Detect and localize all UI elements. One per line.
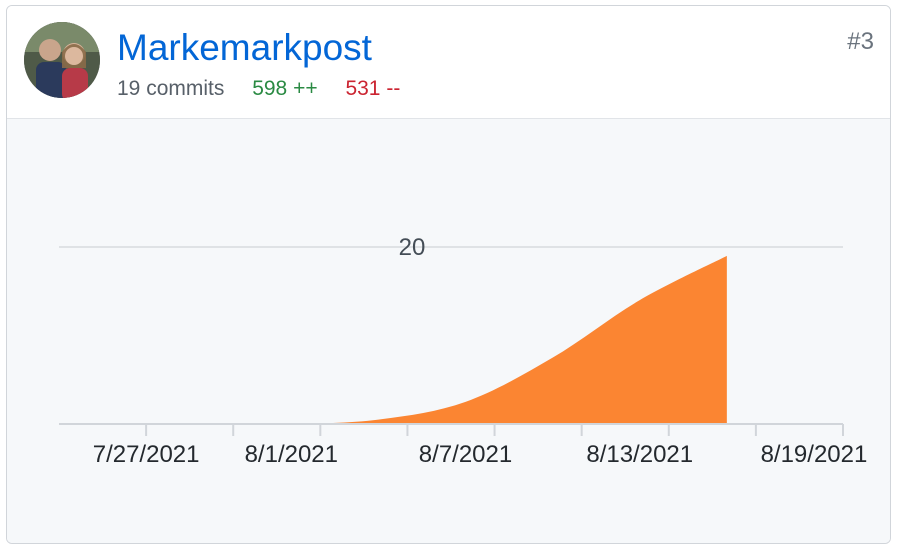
additions-count: 598 ++ [252, 77, 318, 100]
x-tick-label: 8/13/2021 [586, 441, 693, 468]
x-tick-label: 8/19/2021 [761, 441, 868, 468]
chart-svg: 20 7/27/2021 8/1/2021 8/7/2021 8/13/2021 8/19… [59, 234, 868, 468]
commits-area-series [59, 255, 727, 424]
avatar[interactable] [24, 22, 100, 98]
card-header: Markemarkpost 19 commits 598 ++ 531 -- #… [7, 6, 890, 119]
contributor-card: Markemarkpost 19 commits 598 ++ 531 -- #… [6, 5, 891, 544]
contributor-stats: 19 commits 598 ++ 531 -- [117, 76, 422, 102]
contribution-chart: 20 7/27/2021 8/1/2021 8/7/2021 8/13/2021 8/19… [7, 119, 890, 543]
x-tick-label: 8/1/2021 [245, 441, 338, 468]
contributor-name-link[interactable]: Markemarkpost [117, 26, 372, 70]
x-tick-label: 8/7/2021 [419, 441, 512, 468]
commits-count-link[interactable]: 19 commits [117, 77, 224, 100]
y-tick-label: 20 [399, 234, 426, 261]
rank-badge: #3 [847, 28, 874, 55]
avatar-image [24, 22, 100, 98]
x-tick-label: 7/27/2021 [93, 441, 200, 468]
deletions-count: 531 -- [345, 77, 401, 100]
